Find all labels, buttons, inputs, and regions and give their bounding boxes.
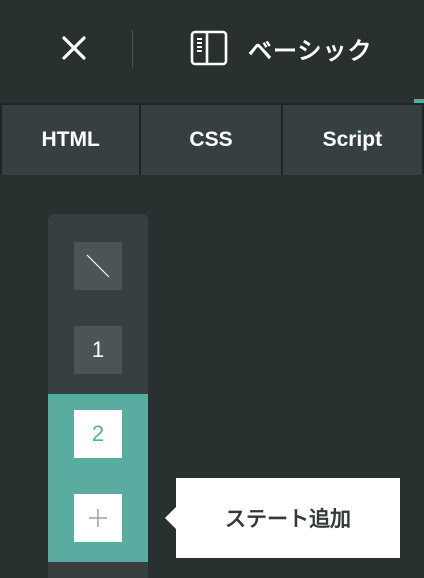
mode-label: ベーシック <box>248 36 373 65</box>
tooltip-arrow <box>165 507 176 529</box>
plus-icon <box>89 509 107 527</box>
state-item-2[interactable]: 2 <box>74 410 122 458</box>
close-button[interactable] <box>56 30 92 66</box>
state-list: 1 2 <box>48 214 148 578</box>
state-none-button[interactable] <box>74 242 122 290</box>
close-icon <box>62 36 86 60</box>
panel-layout-icon <box>190 30 228 66</box>
header-divider <box>132 30 133 68</box>
tab-script[interactable]: Script <box>282 105 422 175</box>
add-state-tooltip: ステート追加 <box>165 478 400 558</box>
mode-selector-button[interactable]: ベーシック <box>190 28 373 68</box>
add-state-button[interactable] <box>74 494 122 542</box>
panel-header: ベーシック <box>0 0 424 103</box>
tab-css[interactable]: CSS <box>141 105 281 175</box>
tab-html[interactable]: HTML <box>2 105 140 175</box>
state-item-1[interactable]: 1 <box>74 326 122 374</box>
tooltip-text: ステート追加 <box>225 507 351 531</box>
code-tabs: HTML CSS Script <box>0 103 424 175</box>
editor-panel: ベーシック HTML CSS Script 1 2 ステート追加 <box>0 0 424 578</box>
no-state-slash-icon <box>86 254 110 278</box>
